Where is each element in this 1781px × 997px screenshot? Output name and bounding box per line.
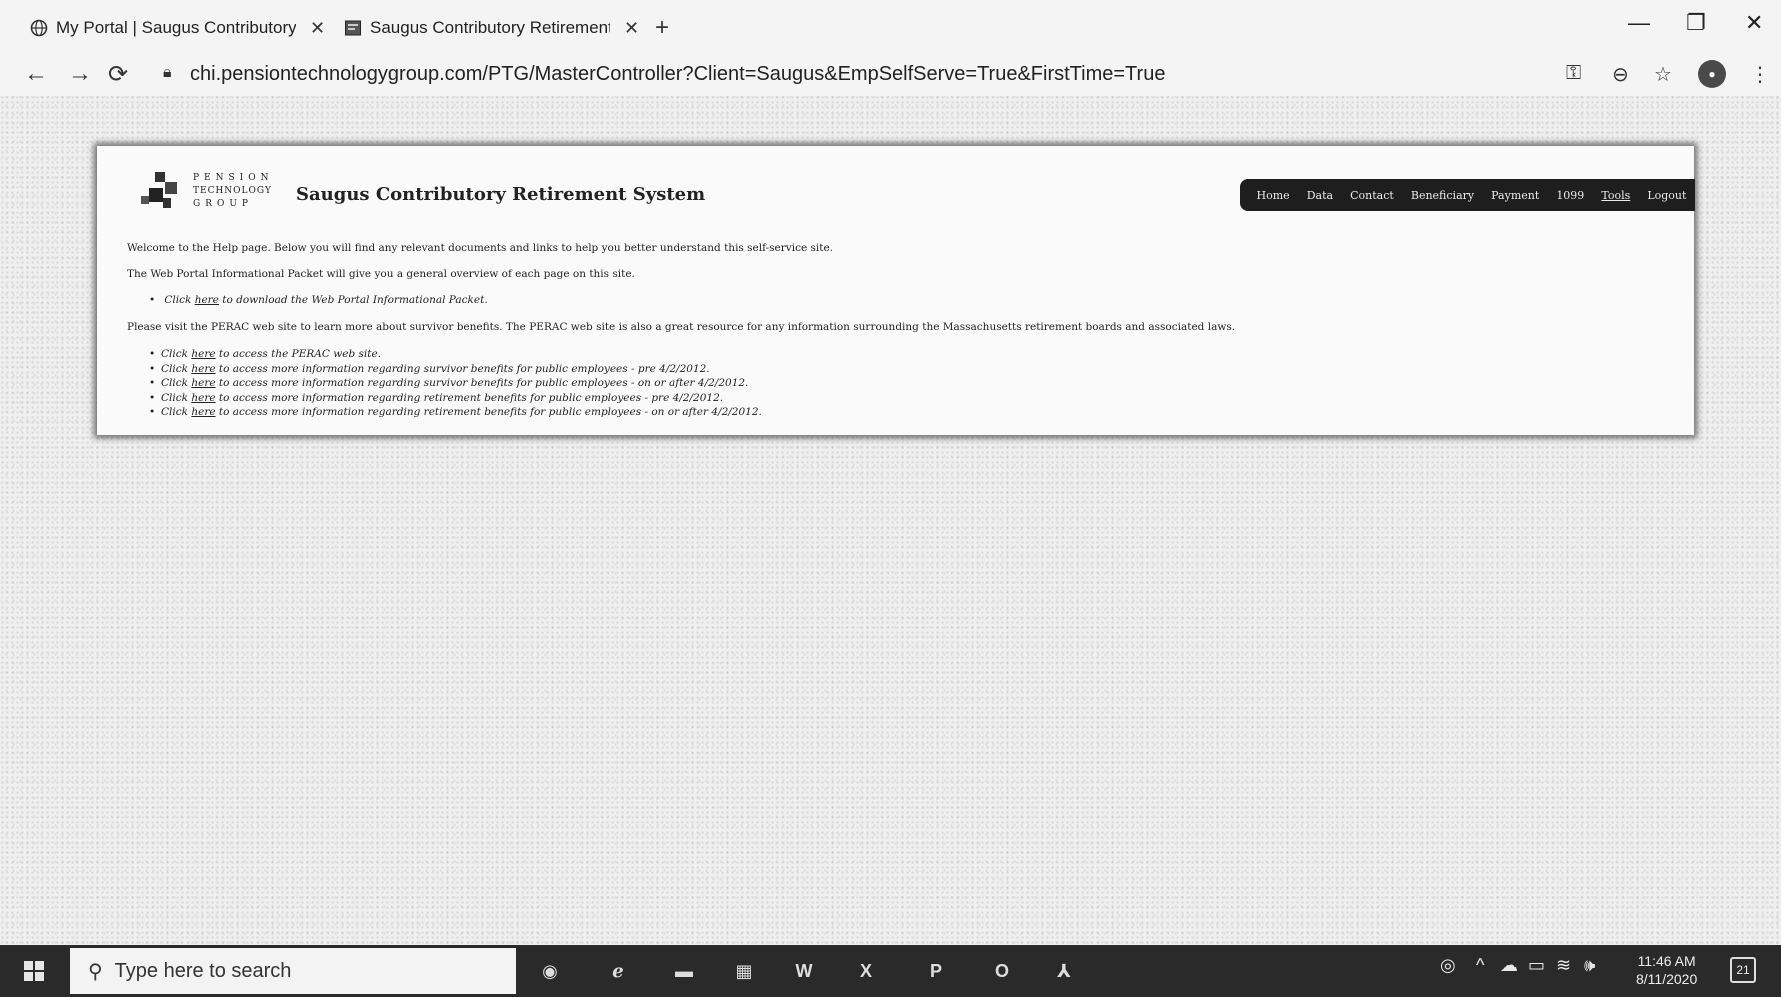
close-icon[interactable]: ✕: [624, 18, 639, 39]
menu-home[interactable]: Home: [1257, 189, 1290, 202]
pension-technology-logo: PENSION TECHNOLOGY GROUP: [137, 170, 305, 214]
packet-download-item: • Click here to download the Web Portal …: [149, 294, 488, 306]
back-arrow-icon[interactable]: ←: [24, 60, 48, 88]
close-window-icon[interactable]: ✕: [1745, 10, 1763, 36]
packet-download-link[interactable]: here: [195, 294, 219, 306]
forward-arrow-icon[interactable]: →: [68, 60, 92, 88]
tab-title: My Portal | Saugus Contributory: [56, 18, 296, 37]
browser-tab-strip: My Portal | Saugus Contributory ✕ Saugus…: [0, 0, 1781, 56]
menu-data[interactable]: Data: [1307, 189, 1333, 202]
word-icon[interactable]: W: [786, 953, 822, 989]
menu-contact[interactable]: Contact: [1350, 189, 1394, 202]
close-icon[interactable]: ✕: [310, 18, 325, 39]
taskbar-search-input[interactable]: ⚲ Type here to search: [70, 948, 516, 994]
menu-logout[interactable]: Logout: [1647, 189, 1686, 202]
reload-icon[interactable]: ⟳: [108, 60, 128, 89]
outlook-icon[interactable]: O: [984, 953, 1020, 989]
menu-tools[interactable]: Tools: [1601, 189, 1630, 202]
browser-tab-retirement[interactable]: Saugus Contributory Retirement ✕: [344, 10, 639, 46]
notification-center-icon[interactable]: 21: [1730, 957, 1756, 983]
windows-start-icon[interactable]: [24, 961, 44, 981]
survivor-pre-link[interactable]: here: [191, 363, 215, 375]
intro-text: Welcome to the Help page. Below you will…: [127, 242, 834, 254]
wifi-icon[interactable]: ≋: [1556, 955, 1571, 976]
menu-payment[interactable]: Payment: [1491, 189, 1539, 202]
menu-1099[interactable]: 1099: [1556, 189, 1584, 202]
survivor-post-link[interactable]: here: [191, 377, 215, 389]
chrome-icon[interactable]: ◉: [532, 953, 568, 989]
calculator-icon[interactable]: ▦: [726, 953, 762, 989]
browser-tab-my-portal[interactable]: My Portal | Saugus Contributory ✕: [30, 10, 325, 46]
list-item: • Click here to access more information r…: [149, 391, 724, 404]
key-icon[interactable]: ⚿: [1566, 62, 1581, 85]
perac-link-list: • Click here to access the PERAC web site…: [149, 347, 762, 420]
menu-beneficiary[interactable]: Beneficiary: [1411, 189, 1474, 202]
main-menu: Home Data Contact Beneficiary Payment 10…: [1240, 179, 1695, 211]
page-icon: [344, 19, 362, 37]
acrobat-icon[interactable]: ⅄: [1046, 953, 1082, 989]
windows-taskbar: ⚲ Type here to search ◉ ℯ ▬ ▦ W X P O ⅄ …: [0, 945, 1781, 997]
perac-description: Please visit the PERAC web site to learn…: [127, 321, 1236, 333]
onedrive-icon[interactable]: ☁: [1500, 955, 1518, 976]
powerpoint-icon[interactable]: P: [918, 953, 954, 989]
lock-icon: 🔒︎: [163, 64, 172, 81]
battery-icon[interactable]: ▭: [1528, 955, 1545, 976]
taskbar-clock[interactable]: 11:46 AM 8/11/2020: [1636, 952, 1697, 988]
globe-icon: [30, 19, 48, 37]
minimize-icon[interactable]: —: [1628, 10, 1650, 36]
volume-icon[interactable]: 🕪︎: [1584, 955, 1595, 976]
retirement-post-link[interactable]: here: [191, 406, 215, 418]
help-page-card: PENSION TECHNOLOGY GROUP Saugus Contribu…: [97, 146, 1695, 435]
tab-title: Saugus Contributory Retirement: [370, 18, 610, 37]
address-bar[interactable]: chi.pensiontechnologygroup.com/PTG/Maste…: [190, 63, 1165, 86]
restore-icon[interactable]: ❐: [1686, 10, 1706, 36]
browser-nav-bar: ← → ⟳ 🔒︎ chi.pensiontechnologygroup.com/…: [0, 56, 1781, 96]
new-tab-button[interactable]: +: [655, 14, 669, 42]
retirement-pre-link[interactable]: here: [191, 392, 215, 404]
list-item: • Click here to access more information r…: [149, 377, 749, 389]
zoom-icon[interactable]: ⊖: [1612, 62, 1629, 87]
logo-mark-icon: [141, 172, 177, 208]
star-icon[interactable]: ☆: [1654, 62, 1672, 87]
list-item: • Click here to access more information r…: [149, 406, 762, 418]
list-item: • Click here to access more information r…: [149, 362, 710, 375]
menu-icon[interactable]: ⋮: [1750, 62, 1770, 87]
chevron-up-icon[interactable]: ^: [1476, 955, 1484, 976]
perac-site-link[interactable]: here: [191, 348, 215, 360]
packet-description: The Web Portal Informational Packet will…: [127, 268, 635, 280]
help-icon[interactable]: ◎: [1440, 955, 1456, 976]
search-icon: ⚲: [88, 960, 103, 983]
list-item: • Click here to access the PERAC web site…: [149, 348, 382, 360]
edge-icon[interactable]: ℯ: [600, 953, 636, 989]
page-title: Saugus Contributory Retirement System: [296, 184, 706, 205]
avatar[interactable]: ●: [1698, 60, 1726, 88]
file-explorer-icon[interactable]: ▬: [666, 953, 702, 989]
logo-text: PENSION TECHNOLOGY GROUP: [193, 173, 274, 209]
excel-icon[interactable]: X: [848, 953, 884, 989]
